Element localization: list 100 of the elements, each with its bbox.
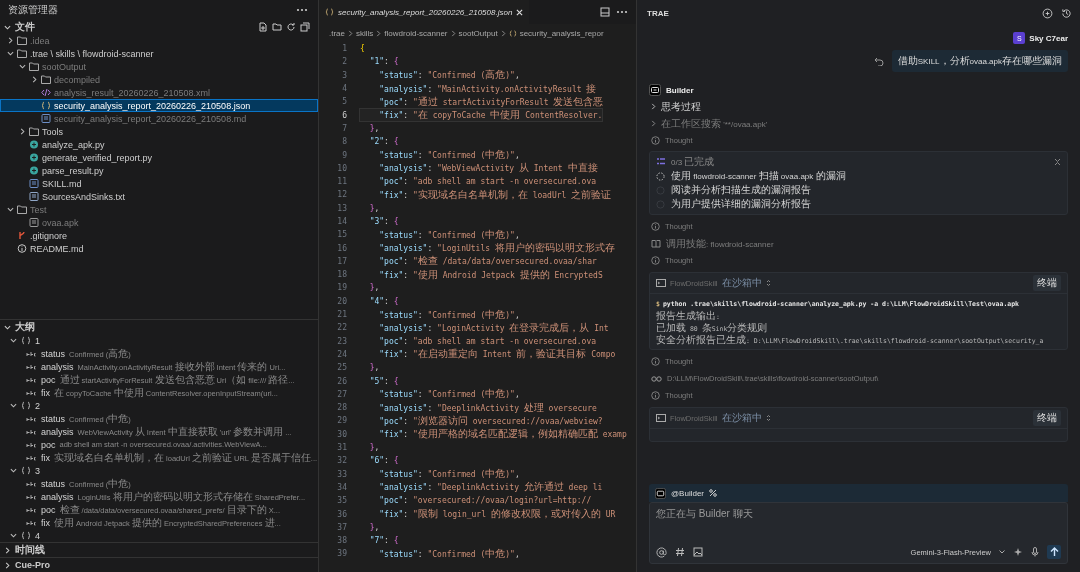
section-title[interactable]: Cue-Pro (15, 560, 50, 570)
line-number: 32 (336, 456, 348, 466)
breadcrumb-item[interactable]: security_analysis_repor (519, 28, 604, 38)
percent-icon[interactable] (709, 489, 718, 497)
terminal-button[interactable]: 终端 (1033, 410, 1061, 426)
line-number: 30 (336, 429, 348, 439)
tree-item[interactable]: analysis_result_20260226_210508.xml (0, 86, 318, 99)
line-number: 36 (336, 509, 348, 519)
tree-item[interactable]: ovaa.apk (0, 216, 318, 229)
code-line: "4": { (368, 295, 400, 308)
line-number: 19 (336, 283, 348, 293)
image-icon[interactable] (693, 547, 703, 557)
terminal-button[interactable]: 终端 (1033, 275, 1061, 291)
tree-item[interactable]: SKILL.md (0, 177, 318, 190)
sandbox-label[interactable]: 在沙箱中 (721, 411, 762, 425)
breadcrumb-item[interactable]: .trae (329, 28, 345, 38)
more-icon[interactable] (616, 10, 628, 14)
new-chat-icon[interactable] (1042, 7, 1053, 19)
list-icon (656, 157, 666, 166)
sandbox-label[interactable]: 在沙箱中 (721, 276, 762, 290)
code-line: "poc": "adb shell am start -n oversecured.ova (378, 335, 598, 348)
breadcrumb-item[interactable]: flowdroid-scanner (384, 28, 448, 38)
code-line: "status": "Confirmed (中危)", (378, 307, 521, 322)
history-icon[interactable] (1061, 7, 1072, 19)
tree-item[interactable]: decompiled (0, 73, 318, 86)
section-title[interactable]: 时间线 (15, 543, 45, 557)
chevron-updown-icon[interactable] (765, 279, 771, 287)
section-title[interactable]: 文件 (15, 20, 35, 34)
code-line: "fix": "使用严格的域名匹配逻辑，例如精确匹配 examp (378, 427, 628, 442)
breadcrumb-item[interactable]: skills (356, 28, 374, 38)
code-line: "status": "Confirmed (中危)", (378, 148, 521, 162)
tree-item[interactable]: security_analysis_report_20260226_210508.json (0, 99, 318, 112)
panel-title: TRAE (647, 8, 669, 18)
line-number: 29 (336, 416, 348, 426)
outline-item[interactable]: 4 (0, 529, 318, 542)
tree-item[interactable]: Test (0, 203, 318, 216)
code-line: "1": { (368, 56, 400, 69)
undo-icon[interactable] (873, 56, 884, 66)
braces-icon (21, 336, 31, 345)
tree-item[interactable]: sootOutput (0, 60, 318, 73)
tree-item[interactable]: .gitignore (0, 229, 318, 242)
agent-mention[interactable]: @Builder (671, 488, 705, 498)
code-line: "status": "Confirmed (中危)", (378, 467, 521, 482)
outline-item[interactable]: 2 (0, 399, 318, 412)
more-icon[interactable] (296, 8, 308, 12)
line-number: 7 (341, 123, 348, 133)
new-file-icon[interactable] (258, 22, 268, 32)
info-icon (651, 357, 660, 366)
code-line: "3": { (368, 216, 400, 228)
code-line: "fix": "实现域名白名单机制，在 loadUrl 之前验证 (378, 187, 613, 202)
send-button[interactable] (1047, 545, 1061, 559)
code-line: "status": "Confirmed (中危)", (378, 546, 521, 561)
tree-item[interactable]: .trae \ skills \ flowdroid-scanner (0, 47, 318, 60)
hash-icon[interactable] (675, 547, 685, 557)
microphone-icon[interactable] (1031, 547, 1039, 557)
line-number: 11 (336, 177, 348, 187)
tree-item[interactable]: .idea (0, 34, 318, 47)
breadcrumb-item[interactable]: sootOutput (458, 28, 498, 38)
line-number: 33 (336, 469, 348, 479)
line-number: 24 (336, 349, 348, 359)
chevron-icon (651, 103, 656, 110)
sparkle-icon[interactable] (1013, 547, 1023, 557)
python-file-icon (29, 166, 39, 175)
tree-item[interactable]: README.md (0, 242, 318, 255)
tree-item[interactable]: generate_verified_report.py (0, 151, 318, 164)
line-number: 35 (336, 496, 348, 506)
code-line: "poc": "adb shell am start -n oversecured.ova (378, 176, 598, 189)
line-number: 38 (336, 536, 348, 546)
line-number: 27 (336, 389, 348, 399)
info-icon (651, 391, 660, 400)
line-number: 39 (336, 549, 348, 559)
agent-icon (649, 84, 661, 96)
search-step[interactable]: 在工作区搜索 '**/ovaa.apk' (649, 115, 1068, 132)
code-line: }, (368, 122, 381, 135)
chevron-icon (4, 323, 11, 331)
thinking-toggle[interactable]: 思考过程 (649, 98, 1068, 115)
tree-item[interactable]: SourcesAndSinks.txt (0, 190, 318, 203)
tree-item[interactable]: parse_result.py (0, 164, 318, 177)
new-folder-icon[interactable] (272, 22, 282, 32)
code-line: "poc": "检查 /data/data/oversecured.ovaa/shar (378, 254, 598, 269)
tree-item[interactable]: analyze_apk.py (0, 138, 318, 151)
section-title[interactable]: 大纲 (15, 320, 35, 334)
code-line: }, (368, 202, 381, 215)
line-number: 17 (336, 256, 348, 266)
line-number: 6 (341, 110, 348, 120)
close-icon[interactable] (516, 8, 524, 16)
user-message: 借助SKILL，分析ovaa.apk存在哪些漏洞 (891, 50, 1068, 72)
caret-icon[interactable] (999, 550, 1005, 554)
line-number: 18 (336, 270, 348, 280)
outline-item[interactable]: 3 (0, 464, 318, 477)
chevron-updown-icon[interactable] (765, 414, 771, 422)
mention-icon[interactable] (656, 546, 667, 558)
tree-item[interactable]: security_analysis_report_20260226_210508.md (0, 112, 318, 125)
code-line: "status": "Confirmed (中危)", (378, 387, 521, 402)
split-editor-icon[interactable] (600, 7, 610, 17)
outline-item[interactable]: 1 (0, 334, 318, 347)
tree-item[interactable]: Tools (0, 125, 318, 138)
line-number: 37 (336, 522, 348, 532)
refresh-icon[interactable] (286, 22, 296, 32)
code-line: "analysis": "MainActivity.onActivityResult 接 (378, 81, 598, 96)
